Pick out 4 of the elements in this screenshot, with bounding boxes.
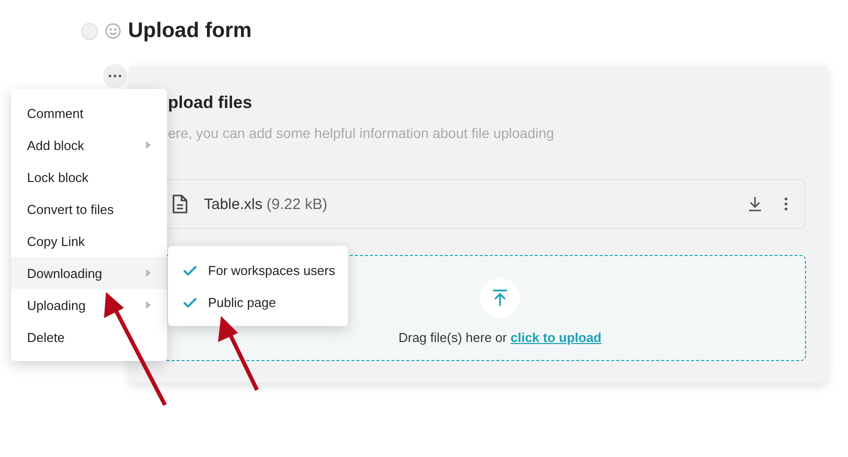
dropzone-text: Drag file(s) here or (398, 330, 507, 344)
block-description: ere, you can add some helpful information about file uploading (168, 125, 554, 141)
page-title: Upload form (128, 19, 252, 43)
block-heading: pload files (168, 93, 252, 113)
